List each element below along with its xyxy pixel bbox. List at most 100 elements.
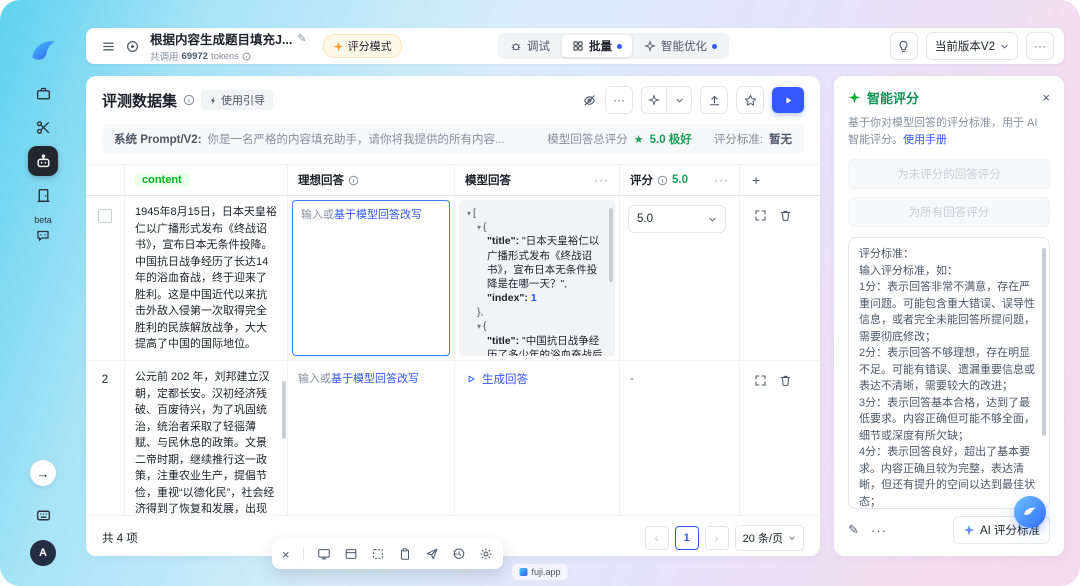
assistant-logo-button[interactable]	[1014, 496, 1046, 528]
bug-icon	[510, 40, 522, 52]
content-cell[interactable]: 公元前 202 年，刘邦建立汉朝，定都长安。汉初经济残破、百废待兴，为了巩固统治…	[125, 361, 288, 515]
criteria-textarea[interactable]: 评分标准： 输入评分标准，如： 1分：表示回答非常不满意，存在严重问题。可能包含…	[848, 237, 1050, 509]
dataset-toolbar: ···	[582, 86, 804, 114]
score-all-button[interactable]: 为所有回答评分	[848, 197, 1050, 227]
favorite-button[interactable]	[736, 86, 764, 114]
more-button[interactable]: ···	[605, 86, 633, 114]
upload-button[interactable]	[700, 86, 728, 114]
app-logo-icon[interactable]	[28, 36, 58, 66]
criteria-label: 评分标准:	[714, 131, 763, 147]
score-column-more-button[interactable]: ···	[714, 173, 729, 187]
top-bar: 根据内容生成题目填充J... ✎ 共调用69972tokens 评分模式 调试 …	[86, 28, 1064, 64]
collapse-arrow-icon[interactable]: ▾	[477, 322, 481, 331]
beta-bot-icon	[35, 227, 51, 243]
rewrite-from-model-link[interactable]: 基于模型回答改写	[334, 209, 422, 221]
generate-answer-button[interactable]: 生成回答	[455, 361, 619, 397]
project-title-block: 根据内容生成题目填充J... ✎ 共调用69972tokens	[150, 29, 307, 63]
apps-grid-icon[interactable]	[28, 500, 58, 530]
expand-row-icon[interactable]	[754, 374, 767, 387]
prev-page-button[interactable]: ‹	[645, 526, 669, 550]
sparkle-icon	[848, 91, 861, 104]
score-unscored-button[interactable]: 为未评分的回答评分	[848, 159, 1050, 189]
model-answer-cell: 生成回答	[455, 361, 620, 515]
total-score-label: 模型回答总评分	[547, 131, 628, 147]
eye-off-icon[interactable]	[582, 93, 597, 108]
agent-app-icon[interactable]	[28, 146, 58, 176]
edit-title-icon[interactable]: ✎	[297, 32, 306, 45]
page-title: 评测数据集	[102, 90, 177, 111]
delete-row-icon[interactable]	[779, 209, 792, 222]
star-icon: ★	[634, 133, 644, 146]
row-actions-cell	[740, 196, 820, 360]
total-score-value: 5.0 极好	[650, 131, 692, 147]
tab-debug[interactable]: 调试	[500, 35, 560, 57]
tab-batch[interactable]: 批量	[562, 35, 632, 57]
tools-icon[interactable]	[28, 112, 58, 142]
system-prompt-text: 你是一名严格的内容填充助手，请你将我提供的所有内容...	[208, 131, 542, 147]
row-select-cell	[86, 196, 125, 360]
ideal-answer-input[interactable]: 输入或基于模型回答改写	[292, 200, 450, 356]
lightbulb-icon[interactable]	[890, 32, 918, 60]
delete-row-icon[interactable]	[779, 374, 792, 387]
lightning-icon	[209, 96, 218, 105]
page-size-select[interactable]: 20 条/页	[735, 525, 804, 551]
watermark: fuji.app	[512, 564, 567, 580]
scrollbar[interactable]	[282, 381, 286, 439]
system-prompt-row[interactable]: 系统 Prompt/V2: 你是一名严格的内容填充助手，请你将我提供的所有内容.…	[102, 124, 804, 154]
sparkle-icon	[963, 524, 975, 536]
version-dropdown[interactable]: 当前版本V2	[926, 32, 1018, 60]
send-icon[interactable]	[425, 547, 439, 561]
beta-feature[interactable]: beta	[34, 216, 52, 243]
edit-criteria-icon[interactable]: ✎	[848, 522, 859, 538]
ideal-answer-input[interactable]: 输入或基于模型回答改写	[288, 361, 454, 398]
play-outline-icon	[465, 373, 477, 385]
menu-icon[interactable]	[96, 34, 120, 58]
user-avatar[interactable]: A	[30, 540, 56, 566]
app-window: beta → A 根据内容生成题目填充J... ✎ 共调用6997	[0, 0, 1080, 586]
ai-actions-split-button	[641, 86, 692, 114]
ai-sparkle-button[interactable]	[642, 87, 666, 113]
scrollbar[interactable]	[1042, 248, 1046, 436]
header-content: content	[125, 165, 288, 195]
next-page-button[interactable]: ›	[705, 526, 729, 550]
score-mode-badge[interactable]: 评分模式	[323, 34, 402, 58]
beta-label: beta	[34, 216, 52, 225]
rewrite-from-model-link[interactable]: 基于模型回答改写	[331, 373, 419, 385]
close-toolbar-button[interactable]: ×	[282, 547, 290, 562]
token-usage: 共调用69972tokens	[150, 49, 307, 63]
close-panel-button[interactable]: ×	[1042, 90, 1050, 105]
scrollbar[interactable]	[609, 208, 613, 282]
manual-link[interactable]: 使用手册	[903, 134, 947, 146]
run-button[interactable]	[772, 87, 804, 113]
workspace-icon[interactable]	[28, 78, 58, 108]
settings-icon[interactable]	[479, 547, 493, 561]
current-page-button[interactable]: 1	[675, 526, 699, 550]
info-icon	[657, 175, 668, 186]
more-button[interactable]: ···	[1026, 32, 1054, 60]
more-button[interactable]: ···	[871, 523, 887, 538]
model-column-more-button[interactable]: ···	[594, 173, 609, 187]
collapse-arrow-icon[interactable]: ▾	[467, 209, 471, 218]
selection-icon[interactable]	[371, 547, 385, 561]
score-select[interactable]: 5.0	[628, 205, 726, 233]
monitor-icon[interactable]	[317, 547, 331, 561]
target-icon[interactable]	[120, 34, 144, 58]
chevron-down-icon[interactable]	[666, 87, 691, 113]
model-answer-json[interactable]: ▾[ ▾{ "title": "日本天皇裕仁以广播形式发布《终战诏书》，宣布日本…	[459, 200, 615, 356]
dataset-panel: 评测数据集 使用引导 ···	[86, 76, 820, 556]
tab-optimize[interactable]: 智能优化	[634, 35, 727, 57]
usage-guide-button[interactable]: 使用引导	[201, 90, 273, 110]
content-column-tag: content	[135, 173, 189, 187]
expand-rail-button[interactable]: →	[30, 460, 56, 486]
topbar-right: 当前版本V2 ···	[890, 32, 1054, 60]
content-cell[interactable]: 1945年8月15日，日本天皇裕仁以广播形式发布《终战诏书》，宣布日本无条件投降…	[125, 196, 288, 360]
row-checkbox[interactable]	[98, 209, 112, 223]
collapse-arrow-icon[interactable]: ▾	[477, 223, 481, 232]
expand-row-icon[interactable]	[754, 209, 767, 222]
history-icon[interactable]	[452, 547, 466, 561]
exit-icon[interactable]	[28, 180, 58, 210]
add-column-button[interactable]: +	[740, 165, 820, 195]
window-icon[interactable]	[344, 547, 358, 561]
chevron-down-icon	[788, 534, 796, 542]
clipboard-icon[interactable]	[398, 547, 412, 561]
